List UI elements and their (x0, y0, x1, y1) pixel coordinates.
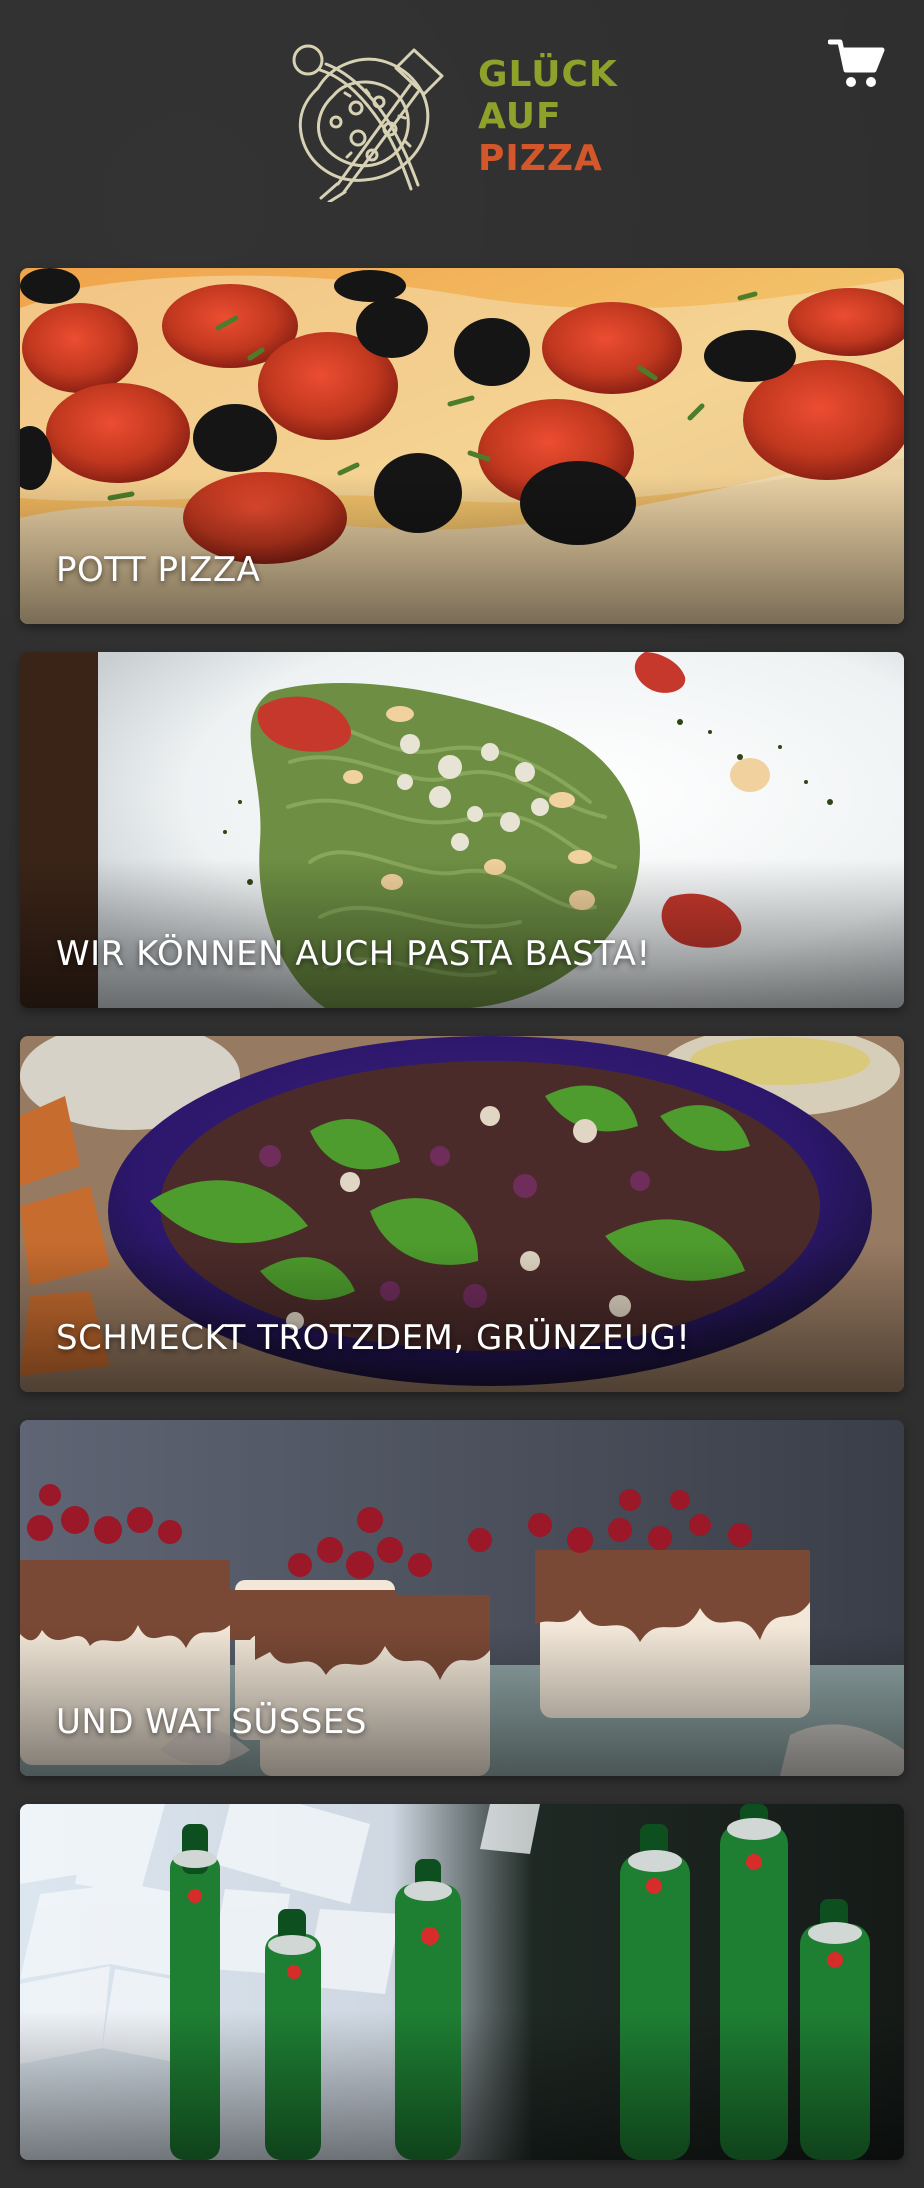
category-card-pasta[interactable]: WIR KÖNNEN AUCH PASTA BASTA! (20, 652, 904, 1008)
brand-logo[interactable]: GLÜCK AUF PIZZA (278, 34, 648, 202)
pizza-utensils-logo-icon (292, 44, 444, 202)
card-overlay (20, 1804, 904, 2160)
category-list: POTT PIZZA WIR KÖNNEN AUCH PASTA BASTA! … (20, 268, 904, 2188)
category-title: UND WAT SÜSSES (56, 1702, 367, 1742)
category-card-salad[interactable]: SCHMECKT TROTZDEM, GRÜNZEUG! (20, 1036, 904, 1392)
category-title: WIR KÖNNEN AUCH PASTA BASTA! (56, 934, 651, 974)
brand-name-line-1: GLÜCK (478, 54, 618, 95)
brand-name: GLÜCK AUF PIZZA (478, 54, 618, 180)
category-title: POTT PIZZA (56, 550, 261, 590)
app-screen: GLÜCK AUF PIZZA POTT PIZZA WIR KÖNNEN AU… (0, 0, 924, 2160)
brand-name-line-2: AUF (478, 96, 562, 137)
category-card-drinks[interactable] (20, 1804, 904, 2160)
category-card-dessert[interactable]: UND WAT SÜSSES (20, 1420, 904, 1776)
shopping-cart-icon[interactable] (828, 34, 886, 92)
brand-name-line-3: PIZZA (478, 138, 603, 179)
category-title: SCHMECKT TROTZDEM, GRÜNZEUG! (56, 1318, 691, 1358)
category-card-pizza[interactable]: POTT PIZZA (20, 268, 904, 624)
header: GLÜCK AUF PIZZA (0, 0, 924, 238)
